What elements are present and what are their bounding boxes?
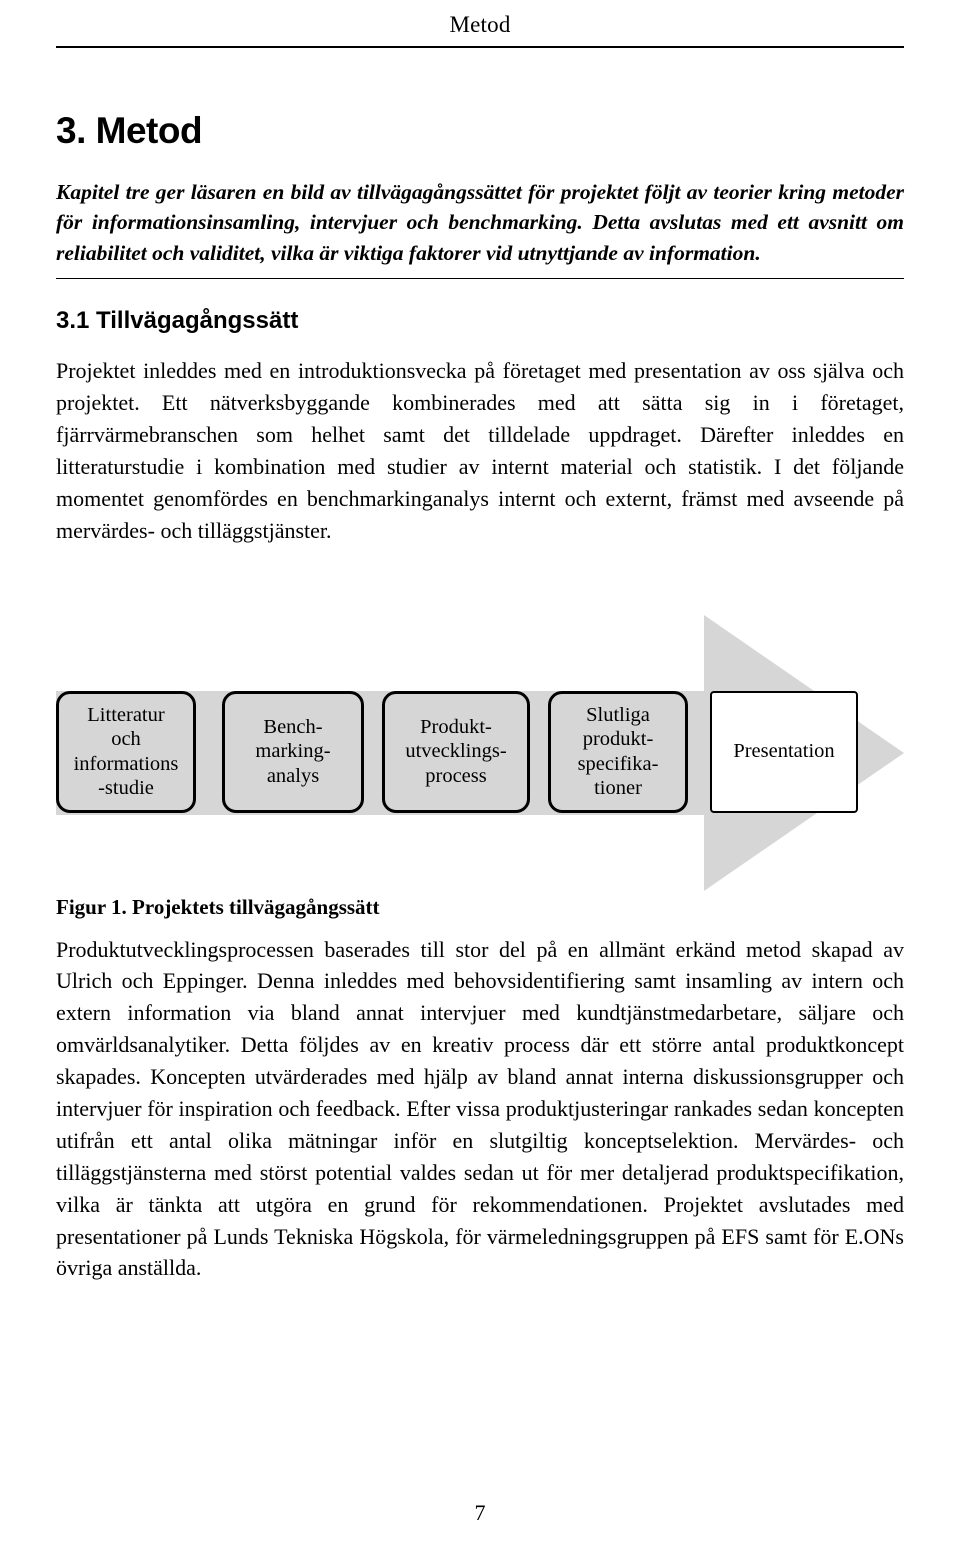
figure-box-row: Litteratur och informations -studie Benc…: [56, 690, 904, 813]
chapter-title: 3. Metod: [56, 110, 203, 151]
figure-box-4-line-1: Slutliga: [586, 704, 650, 727]
figure-gap-2: [364, 691, 382, 813]
figure-box-1-line-1: Litteratur: [87, 704, 165, 727]
paragraph-1: Projektet inleddes med en introduktionsv…: [56, 358, 904, 543]
figure-box-produktutveckling: Produkt- utvecklings- process: [382, 690, 530, 813]
figure-box-5-line-1: Presentation: [733, 740, 835, 763]
figure-gap-1: [196, 691, 222, 813]
figure-gap-3: [530, 691, 548, 813]
figure-process-diagram: Litteratur och informations -studie Benc…: [56, 591, 904, 891]
intro-rule: [56, 278, 904, 280]
figure-box-1-line-3: informations: [73, 752, 179, 775]
figure-gap-4: [688, 691, 710, 813]
figure-box-litteratur: Litteratur och informations -studie: [56, 690, 196, 813]
figure-box-1-line-2: och: [111, 728, 141, 751]
figure-caption-text: Projektets tillvägagångssätt: [132, 894, 380, 919]
chapter-intro: Kapitel tre ger läsaren en bild av tillv…: [56, 179, 904, 265]
document-page: Metod 3. Metod Kapitel tre ger läsaren e…: [0, 0, 960, 1542]
paragraph-2: Produktutvecklingsprocessen baserades ti…: [56, 936, 904, 1281]
figure-box-3-line-2: utvecklings-: [405, 740, 507, 763]
figure-box-3-line-1: Produkt-: [420, 716, 492, 739]
figure-box-4-line-3: specifika-: [577, 752, 659, 775]
page-number: 7: [474, 1500, 486, 1525]
running-header: Metod: [449, 12, 511, 37]
section-heading: 3.1 Tillvägagångssätt: [56, 307, 299, 335]
figure-box-4-line-2: produkt-: [582, 728, 654, 751]
figure-box-2-line-2: marking-: [255, 740, 331, 763]
figure-caption: Figur 1. Projektets tillvägagångssätt: [56, 895, 904, 920]
figure-box-3-line-3: process: [425, 764, 487, 787]
figure-box-2-line-3: analys: [266, 764, 320, 787]
header-rule: [56, 46, 904, 48]
figure-caption-label: Figur 1.: [56, 894, 127, 919]
figure-box-slutliga-specifikationer: Slutliga produkt- specifika- tioner: [548, 690, 688, 813]
figure-box-4-line-4: tioner: [594, 776, 642, 799]
figure-box-presentation: Presentation: [710, 690, 858, 813]
figure-box-benchmarking: Bench- marking- analys: [222, 690, 364, 813]
figure-box-2-line-1: Bench-: [263, 716, 323, 739]
figure-box-1-line-4: -studie: [98, 776, 154, 799]
